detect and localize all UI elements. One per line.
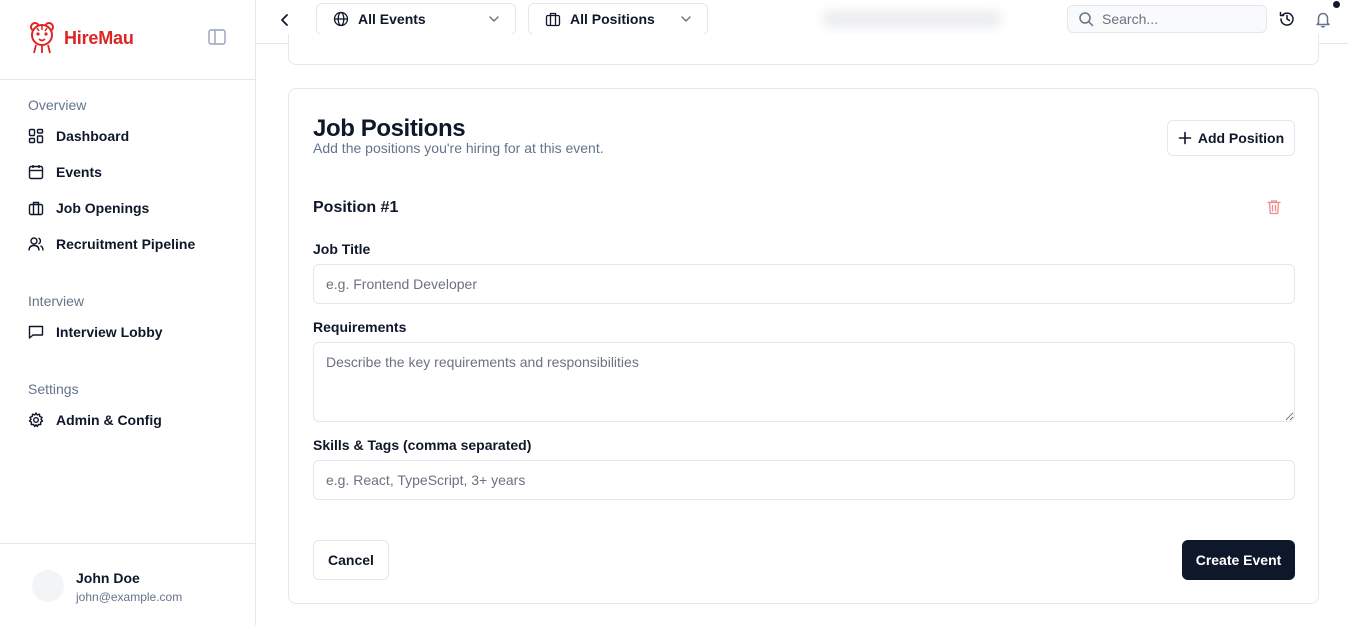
calendar-icon	[28, 165, 44, 180]
dashboard-icon	[28, 128, 44, 144]
bell-icon[interactable]	[1314, 10, 1332, 28]
sidebar-item-recruitment-pipeline[interactable]: Recruitment Pipeline	[28, 232, 195, 256]
sidebar-item-label: Admin & Config	[56, 412, 162, 428]
cancel-button[interactable]: Cancel	[313, 540, 389, 580]
search-box[interactable]	[1067, 5, 1267, 33]
sidebar-item-job-openings[interactable]: Job Openings	[28, 196, 149, 220]
sidebar-item-interview-lobby[interactable]: Interview Lobby	[28, 320, 163, 344]
sidebar-item-events[interactable]: Events	[28, 160, 102, 184]
job-positions-card: Job Positions Add the positions you're h…	[288, 88, 1319, 604]
nav-group-settings: Settings	[28, 381, 79, 397]
notification-dot	[1333, 1, 1340, 8]
sidebar-item-label: Events	[56, 164, 102, 180]
search-icon	[1079, 12, 1094, 27]
card-title: Job Positions	[313, 115, 466, 142]
tiger-logo-icon	[30, 22, 54, 54]
nav-group-interview: Interview	[28, 293, 85, 309]
history-icon[interactable]	[1278, 10, 1296, 28]
positions-filter-select[interactable]: All Positions	[528, 3, 708, 35]
brand-name: HireMau	[64, 27, 134, 48]
chevron-left-icon[interactable]	[276, 11, 294, 29]
briefcase-icon	[545, 12, 561, 27]
sidebar-item-label: Job Openings	[56, 200, 150, 216]
skills-input[interactable]	[313, 460, 1295, 500]
chevron-down-icon	[681, 16, 691, 22]
sidebar-footer-divider	[0, 543, 255, 544]
sidebar-item-label: Recruitment Pipeline	[56, 236, 196, 252]
blurred-content	[822, 10, 1002, 28]
nav-group-overview: Overview	[28, 97, 87, 113]
users-icon	[28, 237, 44, 251]
user-name: John Doe	[76, 570, 140, 586]
card-description: Add the positions you're hiring for at t…	[313, 140, 604, 156]
position-title: Position #1	[313, 199, 399, 216]
previous-section-card	[288, 34, 1319, 65]
globe-icon	[333, 11, 349, 27]
sidebar-item-dashboard[interactable]: Dashboard	[28, 124, 129, 148]
requirements-textarea[interactable]	[313, 342, 1295, 422]
chevron-down-icon	[489, 16, 499, 22]
job-title-label: Job Title	[313, 241, 371, 257]
sidebar-item-label: Dashboard	[56, 128, 130, 144]
add-position-label: Add Position	[1197, 130, 1285, 146]
sidebar-divider	[0, 79, 255, 80]
create-event-button[interactable]: Create Event	[1182, 540, 1295, 580]
avatar[interactable]	[32, 570, 64, 602]
gear-icon	[28, 412, 44, 428]
events-filter-value: All Events	[358, 11, 426, 27]
add-position-button[interactable]: Add Position	[1167, 120, 1295, 156]
events-filter-select[interactable]: All Events	[316, 3, 516, 35]
brand[interactable]: HireMau	[28, 20, 134, 56]
trash-icon[interactable]	[1266, 199, 1282, 215]
sidebar-item-admin-config[interactable]: Admin & Config	[28, 408, 162, 432]
user-email: john@example.com	[76, 590, 183, 604]
job-title-input[interactable]	[313, 264, 1295, 304]
skills-label: Skills & Tags (comma separated)	[313, 437, 532, 453]
requirements-label: Requirements	[313, 319, 407, 335]
message-square-icon	[28, 325, 44, 339]
briefcase-icon	[28, 201, 44, 216]
positions-filter-value: All Positions	[570, 11, 655, 27]
sidebar-item-label: Interview Lobby	[56, 324, 163, 340]
sidebar-toggle-icon[interactable]	[208, 29, 226, 45]
sidebar: HireMau Overview Dashboard Events Job Op…	[0, 0, 256, 625]
plus-icon	[1178, 131, 1192, 145]
search-input[interactable]	[1102, 11, 1252, 27]
